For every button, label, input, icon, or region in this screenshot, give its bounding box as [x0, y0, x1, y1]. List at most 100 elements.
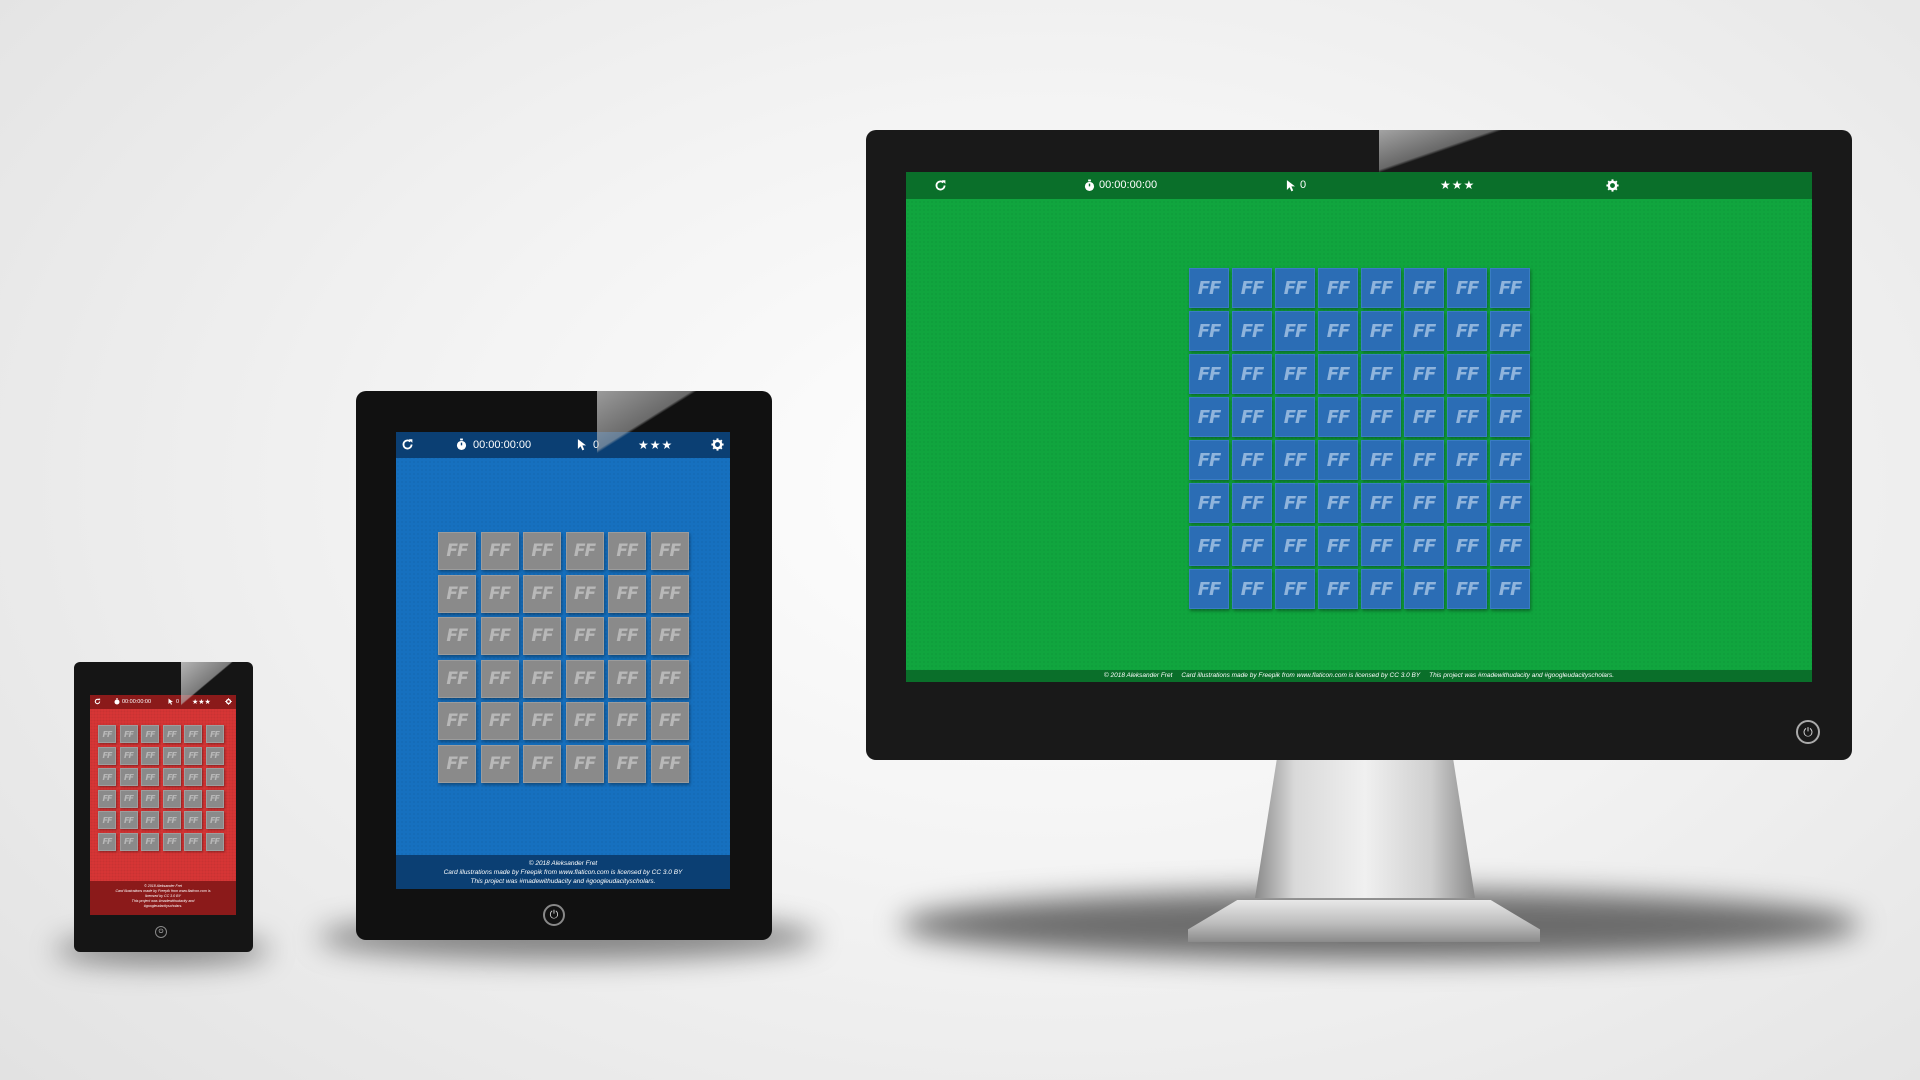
memory-card[interactable]: FF [650, 574, 689, 613]
memory-card[interactable]: FF [184, 746, 202, 765]
memory-card[interactable]: FF [1447, 483, 1487, 523]
memory-card[interactable]: FF [162, 811, 181, 829]
memory-card[interactable]: FF [1361, 397, 1401, 437]
refresh-icon[interactable] [94, 698, 101, 705]
memory-card[interactable]: FF [565, 532, 604, 570]
memory-card[interactable]: FF [438, 659, 476, 698]
memory-card[interactable]: FF [1275, 526, 1315, 566]
memory-card[interactable]: FF [565, 574, 604, 613]
memory-card[interactable]: FF [1404, 397, 1444, 437]
memory-card[interactable]: FF [1189, 354, 1229, 394]
memory-card[interactable]: FF [1404, 354, 1444, 394]
memory-card[interactable]: FF [650, 659, 689, 698]
memory-card[interactable]: FF [162, 832, 181, 851]
memory-card[interactable]: FF [1232, 483, 1272, 523]
memory-card[interactable]: FF [565, 702, 604, 740]
memory-card[interactable]: FF [98, 725, 116, 743]
memory-card[interactable]: FF [184, 725, 202, 743]
memory-card[interactable]: FF [184, 789, 202, 808]
memory-card[interactable]: FF [438, 702, 476, 740]
memory-card[interactable]: FF [523, 702, 561, 740]
memory-card[interactable]: FF [1404, 440, 1444, 480]
memory-card[interactable]: FF [205, 832, 224, 851]
memory-card[interactable]: FF [1490, 268, 1530, 308]
memory-card[interactable]: FF [438, 617, 476, 655]
memory-card[interactable]: FF [1447, 569, 1487, 609]
memory-card[interactable]: FF [523, 744, 561, 783]
memory-card[interactable]: FF [523, 532, 561, 570]
memory-card[interactable]: FF [1189, 268, 1229, 308]
memory-card[interactable]: FF [1361, 483, 1401, 523]
memory-card[interactable]: FF [1318, 311, 1358, 351]
memory-card[interactable]: FF [1404, 526, 1444, 566]
memory-card[interactable]: FF [1361, 526, 1401, 566]
memory-card[interactable]: FF [1275, 440, 1315, 480]
memory-card[interactable]: FF [1404, 569, 1444, 609]
memory-card[interactable]: FF [1232, 526, 1272, 566]
memory-card[interactable]: FF [1490, 569, 1530, 609]
memory-card[interactable]: FF [1318, 268, 1358, 308]
memory-card[interactable]: FF [1318, 526, 1358, 566]
memory-card[interactable]: FF [1447, 311, 1487, 351]
memory-card[interactable]: FF [608, 574, 646, 613]
memory-card[interactable]: FF [162, 746, 181, 765]
memory-card[interactable]: FF [480, 659, 519, 698]
memory-card[interactable]: FF [1189, 569, 1229, 609]
refresh-icon[interactable] [401, 438, 414, 451]
memory-card[interactable]: FF [1361, 354, 1401, 394]
memory-card[interactable]: FF [608, 659, 646, 698]
memory-card[interactable]: FF [119, 746, 138, 765]
power-icon[interactable]: ⏻ [1796, 720, 1820, 744]
memory-card[interactable]: FF [480, 574, 519, 613]
memory-card[interactable]: FF [1318, 397, 1358, 437]
memory-card[interactable]: FF [1490, 354, 1530, 394]
memory-card[interactable]: FF [162, 789, 181, 808]
memory-card[interactable]: FF [1189, 397, 1229, 437]
memory-card[interactable]: FF [1447, 440, 1487, 480]
memory-card[interactable]: FF [205, 746, 224, 765]
memory-card[interactable]: FF [184, 811, 202, 829]
memory-card[interactable]: FF [141, 746, 159, 765]
memory-card[interactable]: FF [1404, 483, 1444, 523]
memory-card[interactable]: FF [162, 768, 181, 786]
refresh-icon[interactable] [934, 179, 947, 192]
memory-card[interactable]: FF [205, 789, 224, 808]
memory-card[interactable]: FF [1447, 268, 1487, 308]
memory-card[interactable]: FF [1490, 483, 1530, 523]
memory-card[interactable]: FF [1275, 311, 1315, 351]
memory-card[interactable]: FF [608, 744, 646, 783]
power-icon[interactable]: ⏻ [155, 926, 167, 938]
memory-card[interactable]: FF [438, 532, 476, 570]
memory-card[interactable]: FF [1232, 268, 1272, 308]
memory-card[interactable]: FF [523, 574, 561, 613]
memory-card[interactable]: FF [1490, 526, 1530, 566]
memory-card[interactable]: FF [1404, 268, 1444, 308]
memory-card[interactable]: FF [1447, 354, 1487, 394]
memory-card[interactable]: FF [205, 725, 224, 743]
memory-card[interactable]: FF [1361, 268, 1401, 308]
memory-card[interactable]: FF [98, 811, 116, 829]
memory-card[interactable]: FF [1361, 311, 1401, 351]
memory-card[interactable]: FF [1189, 440, 1229, 480]
memory-card[interactable]: FF [1318, 354, 1358, 394]
memory-card[interactable]: FF [98, 789, 116, 808]
memory-card[interactable]: FF [141, 725, 159, 743]
memory-card[interactable]: FF [1275, 397, 1315, 437]
memory-card[interactable]: FF [480, 744, 519, 783]
memory-card[interactable]: FF [1361, 569, 1401, 609]
memory-card[interactable]: FF [98, 746, 116, 765]
memory-card[interactable]: FF [1275, 354, 1315, 394]
memory-card[interactable]: FF [1232, 569, 1272, 609]
memory-card[interactable]: FF [1318, 440, 1358, 480]
memory-card[interactable]: FF [1404, 311, 1444, 351]
memory-card[interactable]: FF [162, 725, 181, 743]
memory-card[interactable]: FF [480, 617, 519, 655]
memory-card[interactable]: FF [1490, 440, 1530, 480]
memory-card[interactable]: FF [141, 789, 159, 808]
memory-card[interactable]: FF [523, 659, 561, 698]
memory-card[interactable]: FF [608, 702, 646, 740]
memory-card[interactable]: FF [205, 768, 224, 786]
memory-card[interactable]: FF [119, 811, 138, 829]
memory-card[interactable]: FF [1189, 483, 1229, 523]
memory-card[interactable]: FF [184, 768, 202, 786]
